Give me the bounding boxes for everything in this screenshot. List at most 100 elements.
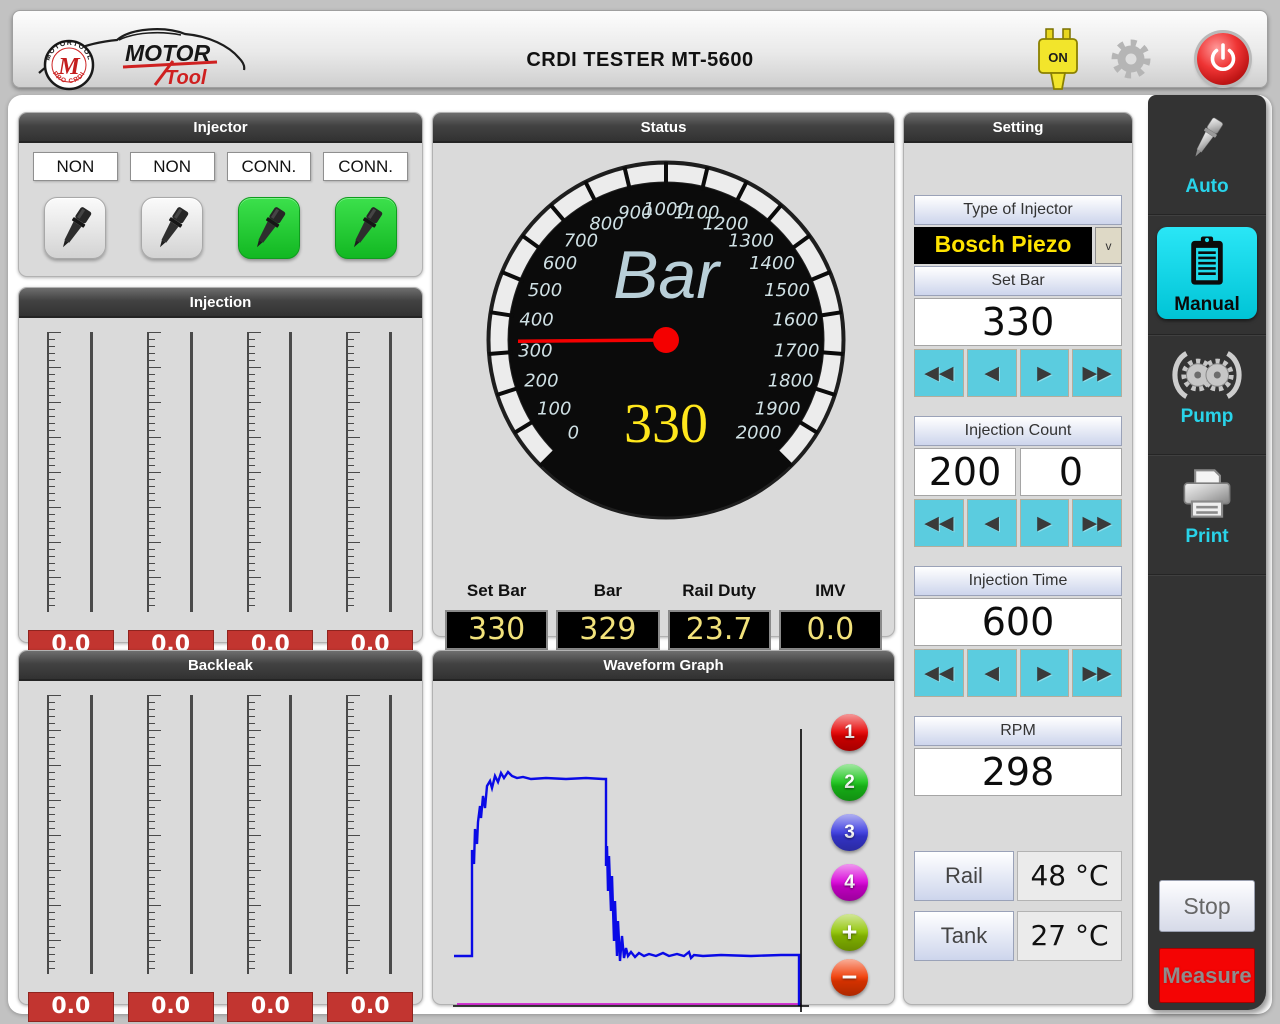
injector-4-button[interactable]	[335, 197, 397, 259]
backleak-value-3: 0.0	[227, 992, 313, 1022]
injection-count-decrease-button[interactable]: ◀	[967, 499, 1017, 547]
backleak-panel-title: Backleak	[19, 651, 422, 681]
injector-3-button[interactable]	[238, 197, 300, 259]
backleak-channel-4: 0.0	[320, 681, 420, 1024]
set-bar-decrease-button[interactable]: ◀	[967, 349, 1017, 397]
injection-time-increase-button[interactable]: ▶	[1020, 649, 1070, 697]
set-bar-fast-decrease-button[interactable]: ◀◀	[914, 349, 964, 397]
gauge-track	[90, 332, 93, 612]
imv-readout-label: IMV	[779, 581, 882, 601]
usb-state-label: ON	[1048, 50, 1068, 65]
status-panel-title: Status	[433, 113, 894, 143]
injection-count-target: 200	[914, 448, 1016, 496]
gauge-track	[190, 695, 193, 974]
injection-count-label: Injection Count	[914, 416, 1122, 446]
sidebar-item-manual[interactable]: Manual	[1157, 227, 1257, 319]
settings-gear-icon[interactable]	[1109, 37, 1153, 86]
injector-2-button[interactable]	[141, 197, 203, 259]
status-panel: Status 010020030040050060070080090010001…	[432, 112, 895, 637]
injection-count-fast-decrease-button[interactable]: ◀◀	[914, 499, 964, 547]
set-bar-fast-increase-button[interactable]: ▶▶	[1072, 349, 1122, 397]
sidebar-auto-label: Auto	[1148, 176, 1266, 198]
injection-time-label: Injection Time	[914, 566, 1122, 596]
sidebar-item-auto[interactable]: Auto	[1148, 95, 1266, 213]
gauge-track	[90, 695, 93, 974]
injection-time-decrease-button[interactable]: ◀	[967, 649, 1017, 697]
backleak-channel-2: 0.0	[121, 681, 221, 1024]
stop-button[interactable]: Stop	[1159, 880, 1255, 932]
gears-icon	[1168, 349, 1246, 401]
status-readouts: Set Bar 330 Bar 329 Rail Duty 23.7 IMV 0…	[445, 581, 882, 650]
injector-panel: Injector NON NON CONN. CONN.	[18, 112, 423, 277]
setbar-readout-label: Set Bar	[445, 581, 548, 601]
sidebar-item-pump[interactable]: Pump	[1148, 335, 1266, 453]
injection-panel: Injection 0.0 0.0 0.0 0.0	[18, 287, 423, 643]
svg-text:1600: 1600	[772, 310, 818, 331]
mode-sidebar: Auto Manual Pump Print Stop Measure	[1148, 95, 1266, 1010]
injector-1-status: NON	[33, 152, 118, 181]
zoom-in-button[interactable]: +	[831, 914, 868, 951]
injector-2-status: NON	[130, 152, 215, 181]
waveform-panel-title: Waveform Graph	[433, 651, 894, 681]
waveform-channel-2-button[interactable]: 2	[831, 764, 868, 801]
setbar-readout-value: 330	[445, 610, 548, 650]
type-of-injector-label: Type of Injector	[914, 195, 1122, 225]
sidebar-print-label: Print	[1148, 526, 1266, 548]
svg-text:0: 0	[568, 423, 579, 444]
power-button[interactable]	[1197, 33, 1249, 85]
gauge-track	[389, 695, 392, 974]
setting-panel-title: Setting	[904, 113, 1132, 143]
injector-type-value: Bosch Piezo	[914, 227, 1092, 264]
injection-count-stepper: ◀◀ ◀ ▶ ▶▶	[914, 499, 1122, 547]
injector-icon	[1183, 105, 1231, 171]
waveform-channel-3-button[interactable]: 3	[831, 814, 868, 851]
injection-count-fast-increase-button[interactable]: ▶▶	[1072, 499, 1122, 547]
bar-readout-value: 329	[556, 610, 659, 650]
injector-4-status: CONN.	[323, 152, 408, 181]
injection-panel-title: Injection	[19, 288, 422, 318]
scale-ruler	[247, 695, 261, 974]
scale-ruler	[346, 695, 360, 974]
clipboard-icon	[1186, 233, 1228, 289]
waveform-channel-4-button[interactable]: 4	[831, 864, 868, 901]
injector-type-dropdown-button[interactable]: v	[1095, 227, 1122, 264]
svg-text:330: 330	[624, 393, 708, 455]
svg-text:1900: 1900	[755, 398, 801, 419]
measure-button[interactable]: Measure	[1159, 948, 1255, 1003]
scale-ruler	[147, 332, 161, 612]
waveform-plot	[451, 726, 811, 1024]
svg-text:300: 300	[518, 340, 552, 361]
injection-time-fast-increase-button[interactable]: ▶▶	[1072, 649, 1122, 697]
backleak-panel: Backleak 0.0 0.0 0.0 0.0	[18, 650, 423, 1005]
injector-panel-title: Injector	[19, 113, 422, 143]
backleak-value-1: 0.0	[28, 992, 114, 1022]
injection-time-fast-decrease-button[interactable]: ◀◀	[914, 649, 964, 697]
power-icon	[1197, 33, 1249, 85]
svg-text:Bar: Bar	[613, 237, 721, 313]
app-titlebar: MOTORTOOL PRO CRDI M MOTOR Tool CRDI TES…	[12, 10, 1268, 88]
waveform-channel-1-button[interactable]: 1	[831, 714, 868, 751]
gauge-track	[289, 695, 292, 974]
printer-icon	[1179, 467, 1235, 521]
zoom-out-button[interactable]: −	[831, 959, 868, 996]
main-workspace: Injector NON NON CONN. CONN. Injection 0…	[8, 95, 1272, 1014]
scale-ruler	[47, 332, 61, 612]
bar-readout-label: Bar	[556, 581, 659, 601]
injection-count-increase-button[interactable]: ▶	[1020, 499, 1070, 547]
usb-plug-icon: ON	[1035, 27, 1081, 91]
svg-text:400: 400	[519, 310, 553, 331]
gauge-track	[190, 332, 193, 612]
svg-text:500: 500	[528, 280, 562, 301]
injection-time-stepper: ◀◀ ◀ ▶ ▶▶	[914, 649, 1122, 697]
injector-1-button[interactable]	[44, 197, 106, 259]
sidebar-divider	[1148, 214, 1266, 216]
rail-pressure-gauge: 0100200300400500600700800900100011001200…	[485, 159, 847, 521]
svg-text:2000: 2000	[736, 423, 782, 444]
gauge-track	[289, 332, 292, 612]
usb-connection-indicator[interactable]: ON	[1035, 27, 1081, 96]
injection-channel-1: 0.0	[21, 318, 121, 672]
sidebar-item-print[interactable]: Print	[1148, 455, 1266, 573]
set-bar-increase-button[interactable]: ▶	[1020, 349, 1070, 397]
railduty-readout-label: Rail Duty	[668, 581, 771, 601]
scale-ruler	[247, 332, 261, 612]
